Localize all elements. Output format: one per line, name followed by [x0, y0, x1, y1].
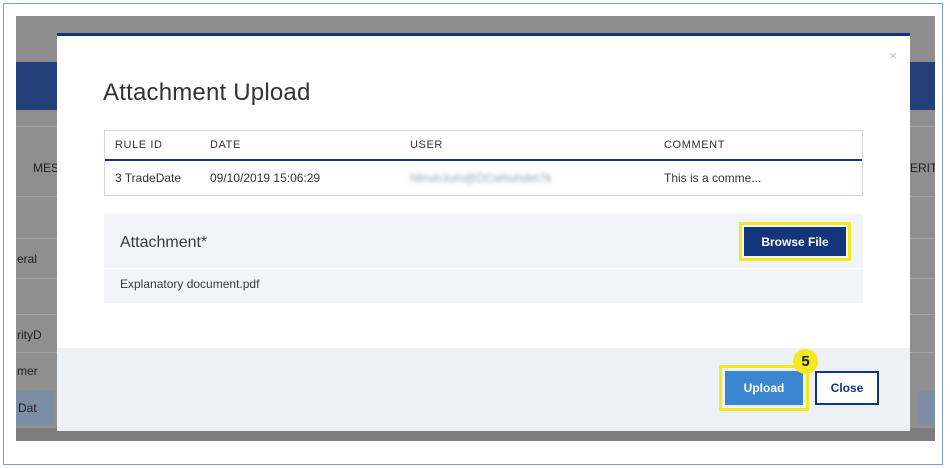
rule-table: RULE ID DATE USER COMMENT 3 TradeDate 09… [104, 130, 863, 196]
background-selected-row-right [917, 391, 935, 425]
table-header-row: RULE ID DATE USER COMMENT [105, 131, 862, 161]
browse-file-button[interactable]: Browse File [744, 227, 846, 256]
attachment-divider [104, 268, 863, 269]
background-cell: mer [17, 364, 38, 378]
background-cell: rityD [17, 328, 42, 342]
attachment-section: Attachment* Browse File Explanatory docu… [104, 214, 863, 303]
background-column-header-left: MES [33, 161, 60, 175]
column-header-user: USER [410, 139, 443, 151]
background-column-header-right: ERIT [910, 161, 935, 175]
column-header-rule-id: RULE ID [115, 139, 163, 151]
attachment-file-name: Explanatory document.pdf [120, 277, 260, 291]
step-number-badge: 5 [793, 349, 818, 374]
cell-date: 09/10/2019 15:06:29 [210, 171, 321, 185]
close-icon[interactable]: × [889, 48, 897, 63]
close-button[interactable]: Close [815, 371, 879, 405]
attachment-upload-modal: × Attachment Upload RULE ID DATE USER CO… [57, 33, 910, 431]
column-header-date: DATE [210, 139, 241, 151]
upload-button[interactable]: Upload [725, 371, 803, 405]
modal-footer: Upload Close 5 [57, 348, 910, 431]
cell-user: hllnvirJum@DCwhuhdet7k [410, 171, 552, 185]
background-cell: eral [17, 252, 38, 266]
cell-comment: This is a comme... [664, 171, 762, 185]
attachment-label: Attachment* [120, 234, 208, 251]
cell-rule-id: 3 TradeDate [115, 171, 182, 185]
background-cell: Dat [18, 401, 37, 415]
table-row: 3 TradeDate 09/10/2019 15:06:29 hllnvirJ… [105, 161, 862, 195]
column-header-comment: COMMENT [664, 139, 726, 151]
modal-title: Attachment Upload [103, 79, 311, 106]
